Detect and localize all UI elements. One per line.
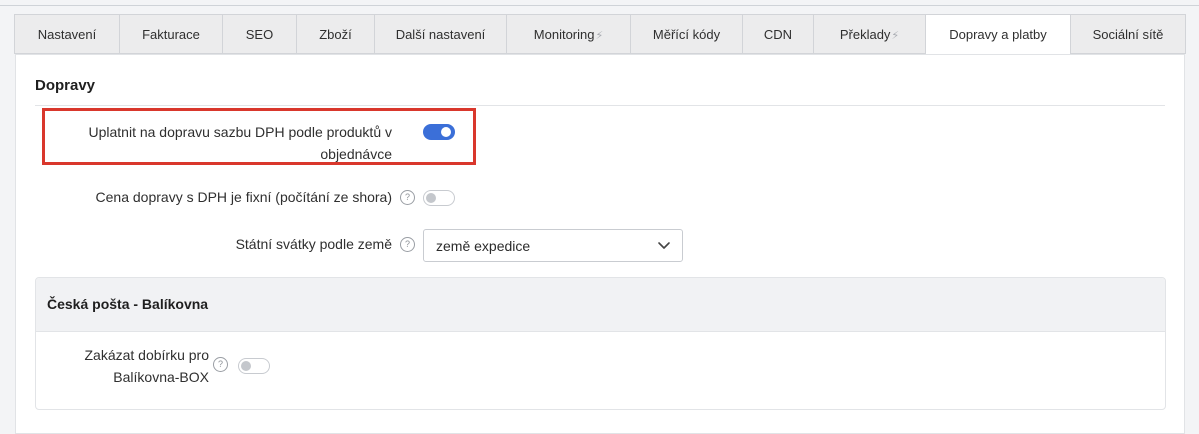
toggle-knob xyxy=(426,193,436,203)
tab-zbozi[interactable]: Zboží xyxy=(296,14,374,54)
carrier-title: Česká pošta - Balíkovna xyxy=(47,296,209,312)
tab-nastaveni[interactable]: Nastavení xyxy=(14,14,119,54)
tab-dalsi-nastaveni[interactable]: Další nastavení xyxy=(374,14,506,54)
settings-tabs: Nastavení Fakturace SEO Zboží Další nast… xyxy=(14,14,1186,55)
bolt-icon: ⚡ xyxy=(891,29,900,42)
vat-setting-label: Uplatnit na dopravu sazbu DPH podle prod… xyxy=(88,124,392,162)
tab-socialni-site[interactable]: Sociální sítě xyxy=(1070,14,1186,54)
holidays-label: Státní svátky podle země xyxy=(235,236,392,252)
top-divider xyxy=(0,5,1199,6)
toggle-knob xyxy=(441,127,451,137)
tab-seo[interactable]: SEO xyxy=(222,14,296,54)
tab-cdn[interactable]: CDN xyxy=(742,14,813,54)
toggle-knob xyxy=(241,361,251,371)
disable-cod-label: Zakázat dobírku pro Balíkovna-BOX xyxy=(84,347,209,385)
holidays-select-value: země expedice xyxy=(436,237,531,254)
section-title-dopravy: Dopravy xyxy=(35,77,96,94)
tab-dopravy-a-platby[interactable]: Dopravy a platby xyxy=(925,14,1070,55)
disable-cod-toggle[interactable] xyxy=(238,358,270,374)
help-icon[interactable]: ? xyxy=(213,357,228,372)
help-icon[interactable]: ? xyxy=(400,237,415,252)
section-divider xyxy=(35,105,1165,106)
carrier-card-header: Česká pošta - Balíkovna xyxy=(36,278,1165,332)
help-icon[interactable]: ? xyxy=(400,190,415,205)
tab-preklady[interactable]: Překlady ⚡ xyxy=(813,14,925,54)
fixed-price-toggle[interactable] xyxy=(423,190,455,206)
tab-fakturace[interactable]: Fakturace xyxy=(119,14,222,54)
holidays-select[interactable]: země expedice xyxy=(423,229,683,262)
bolt-icon: ⚡ xyxy=(595,29,604,42)
tab-merici-kody[interactable]: Měřící kódy xyxy=(630,14,742,54)
fixed-price-label: Cena dopravy s DPH je fixní (počítání ze… xyxy=(95,189,392,205)
settings-panel: Dopravy Uplatnit na dopravu sazbu DPH po… xyxy=(15,54,1185,434)
tab-monitoring[interactable]: Monitoring ⚡ xyxy=(506,14,630,54)
carrier-card-balikovna: Česká pošta - Balíkovna Zakázat dobírku … xyxy=(35,277,1166,410)
vat-setting-toggle[interactable] xyxy=(423,124,455,140)
chevron-down-icon xyxy=(658,242,670,249)
